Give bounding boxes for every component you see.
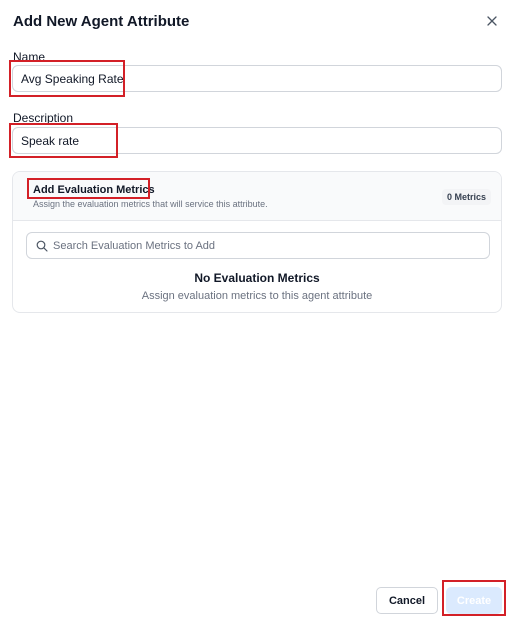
dialog-title: Add New Agent Attribute <box>13 13 190 30</box>
metrics-search-input[interactable] <box>53 233 483 258</box>
metrics-header: Add Evaluation Metrics Assign the evalua… <box>13 172 501 221</box>
name-input[interactable] <box>12 65 502 92</box>
metrics-title: Add Evaluation Metrics <box>33 184 155 196</box>
close-icon[interactable] <box>484 13 500 29</box>
empty-state-subtitle: Assign evaluation metrics to this agent … <box>141 290 373 302</box>
metrics-search[interactable] <box>26 232 490 259</box>
evaluation-metrics-card: Add Evaluation Metrics Assign the evalua… <box>12 171 502 313</box>
description-label: Description <box>13 111 74 125</box>
create-button[interactable]: Create <box>446 587 502 614</box>
empty-state-title: No Evaluation Metrics <box>194 271 320 285</box>
metrics-count-badge: 0 Metrics <box>441 189 491 205</box>
description-input[interactable] <box>12 127 502 154</box>
name-label: Name <box>13 50 46 64</box>
metrics-subtitle: Assign the evaluation metrics that will … <box>33 199 268 209</box>
cancel-button[interactable]: Cancel <box>376 587 438 614</box>
search-icon <box>36 240 48 252</box>
